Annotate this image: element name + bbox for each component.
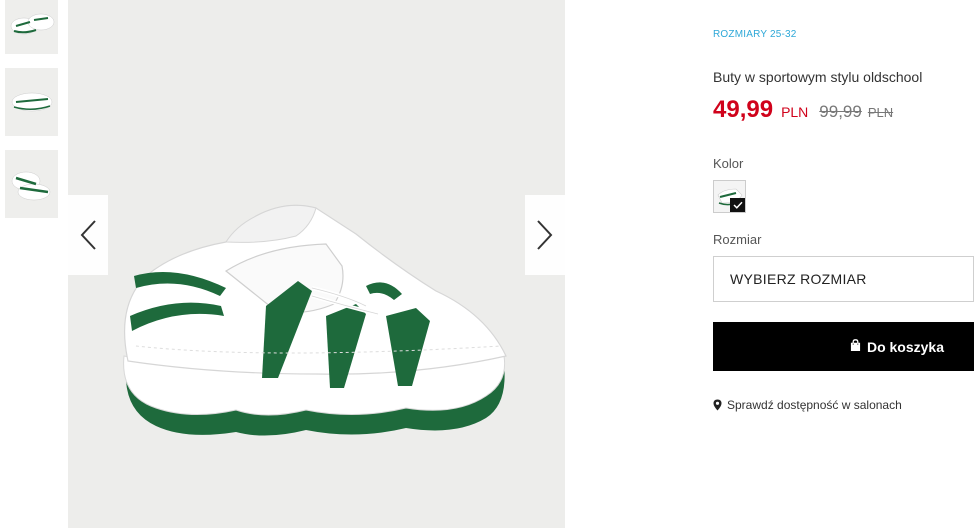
availability-label: Sprawdź dostępność w salonach: [727, 398, 902, 412]
product-main-image: [68, 0, 565, 528]
original-price-currency: PLN: [867, 105, 894, 120]
chevron-left-icon: [80, 220, 96, 250]
color-swatch-selected[interactable]: [713, 180, 746, 213]
sale-price: 49,99: [713, 96, 774, 123]
shoe-image: [123, 204, 507, 436]
thumbnail-1[interactable]: [5, 0, 58, 54]
original-price: 99,99: [819, 102, 862, 121]
thumbnail-list: [5, 0, 59, 232]
size-label: Rozmiar: [713, 232, 762, 247]
product-page: ROZMIARY 25-32 Buty w sportowym stylu ol…: [0, 0, 974, 528]
size-range-link[interactable]: ROZMIARY 25-32: [713, 29, 797, 40]
thumbnail-3[interactable]: [5, 150, 58, 218]
add-to-cart-button[interactable]: Do koszyka: [713, 322, 974, 371]
chevron-right-icon: [537, 220, 553, 250]
shoe-thumbnail-image: [11, 171, 50, 201]
sale-price-currency: PLN: [781, 104, 809, 120]
size-select[interactable]: WYBIERZ ROZMIAR: [713, 256, 974, 302]
product-title: Buty w sportowym stylu oldschool: [713, 69, 923, 85]
check-store-availability-link[interactable]: Sprawdź dostępność w salonach: [713, 398, 902, 412]
color-label: Kolor: [713, 156, 744, 171]
shoe-thumbnail-image: [10, 13, 54, 35]
shoe-thumbnail-image: [11, 92, 52, 112]
gallery-next-button[interactable]: [525, 195, 565, 275]
shopping-bag-icon: [850, 338, 861, 355]
add-to-cart-label: Do koszyka: [866, 338, 944, 355]
thumbnail-2[interactable]: [5, 68, 58, 136]
check-icon: [730, 198, 745, 212]
gallery-prev-button[interactable]: [68, 195, 108, 275]
map-pin-icon: [713, 399, 722, 411]
price-row: 49,99 PLN 99,99 PLN: [713, 96, 893, 124]
